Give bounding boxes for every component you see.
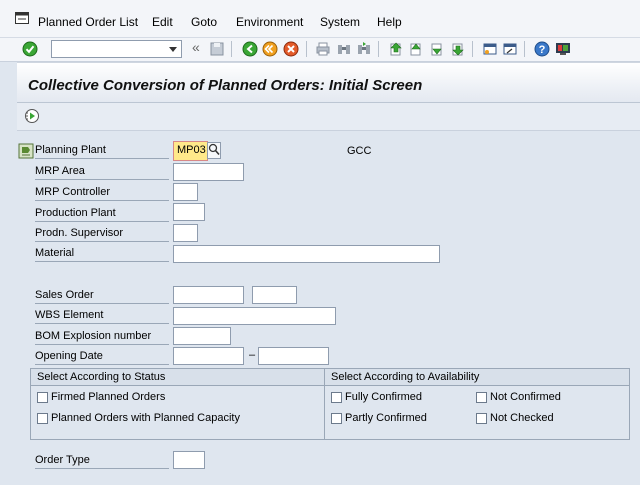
- enter-icon[interactable]: [22, 41, 38, 57]
- wbs-element-input[interactable]: [173, 307, 336, 325]
- save-icon[interactable]: [209, 41, 225, 57]
- help-icon[interactable]: ?: [534, 41, 550, 57]
- status-groupbox: Select According to Status: [30, 368, 325, 440]
- menu-planned-order-list[interactable]: Planned Order List: [38, 15, 138, 29]
- toolbar-separator: [231, 41, 232, 57]
- exit-icon[interactable]: [262, 41, 278, 57]
- menu-help[interactable]: Help: [377, 15, 402, 29]
- search-help-button[interactable]: [207, 142, 221, 159]
- partly-confirmed-label: Partly Confirmed: [345, 412, 427, 424]
- not-confirmed-checkbox[interactable]: [476, 392, 487, 403]
- cancel-icon[interactable]: [283, 41, 299, 57]
- back-icon[interactable]: [242, 41, 258, 57]
- toolbar-separator: [524, 41, 525, 57]
- shortcut-icon[interactable]: [502, 41, 518, 57]
- opening-date-to-input[interactable]: [258, 347, 329, 365]
- fully-confirmed-label: Fully Confirmed: [345, 391, 423, 403]
- order-type-input[interactable]: [173, 451, 205, 469]
- availability-group-title: Select According to Availability: [325, 369, 629, 386]
- print-icon[interactable]: [315, 41, 331, 57]
- planning-plant-label: Planning Plant: [35, 142, 169, 159]
- not-confirmed-label: Not Confirmed: [490, 391, 561, 403]
- find-icon[interactable]: [336, 41, 352, 57]
- menu-environment[interactable]: Environment: [236, 15, 303, 29]
- search-icon: [208, 143, 220, 156]
- range-separator: –: [249, 349, 256, 361]
- planned-capacity-checkbox[interactable]: [37, 413, 48, 424]
- layout-icon[interactable]: [555, 41, 571, 57]
- next-page-icon[interactable]: [429, 41, 445, 57]
- production-plant-label: Production Plant: [35, 205, 169, 222]
- partly-confirmed-checkbox[interactable]: [331, 413, 342, 424]
- prodn-supervisor-label: Prodn. Supervisor: [35, 225, 169, 242]
- planning-plant-value: MP03: [177, 144, 206, 156]
- application-toolbar: [17, 103, 640, 131]
- last-page-icon[interactable]: [450, 41, 466, 57]
- variant-icon[interactable]: [18, 143, 34, 159]
- planning-plant-input[interactable]: MP03: [173, 141, 208, 161]
- toolbar-separator: [378, 41, 379, 57]
- opening-date-from-input[interactable]: [173, 347, 244, 365]
- opening-date-label: Opening Date: [35, 348, 169, 365]
- firmed-planned-orders-checkbox[interactable]: [37, 392, 48, 403]
- toolbar-separator: [306, 41, 307, 57]
- status-group-title: Select According to Status: [31, 369, 324, 386]
- bom-explosion-input[interactable]: [173, 327, 231, 345]
- not-checked-checkbox[interactable]: [476, 413, 487, 424]
- fully-confirmed-checkbox[interactable]: [331, 392, 342, 403]
- planning-plant-description: GCC: [347, 145, 372, 157]
- production-plant-input[interactable]: [173, 203, 205, 221]
- execute-icon[interactable]: [24, 108, 40, 124]
- firmed-planned-orders-label: Firmed Planned Orders: [51, 391, 166, 403]
- material-input[interactable]: [173, 245, 440, 263]
- menu-goto[interactable]: Goto: [191, 15, 217, 29]
- chevron-down-icon[interactable]: [169, 47, 177, 52]
- planned-capacity-label: Planned Orders with Planned Capacity: [51, 412, 240, 424]
- first-page-icon[interactable]: [388, 41, 404, 57]
- wbs-element-label: WBS Element: [35, 307, 169, 324]
- collapse-icon[interactable]: «: [192, 39, 200, 55]
- availability-groupbox: Select According to Availability: [324, 368, 630, 440]
- sap-menu-icon[interactable]: [15, 12, 29, 24]
- prodn-supervisor-input[interactable]: [173, 224, 198, 242]
- sales-order-label: Sales Order: [35, 287, 169, 304]
- material-label: Material: [35, 245, 169, 262]
- mrp-controller-label: MRP Controller: [35, 184, 169, 201]
- sales-order-item-input[interactable]: [252, 286, 297, 304]
- find-next-icon[interactable]: [356, 41, 372, 57]
- prev-page-icon[interactable]: [408, 41, 424, 57]
- menu-system[interactable]: System: [320, 15, 360, 29]
- mrp-area-input[interactable]: [173, 163, 244, 181]
- create-session-icon[interactable]: [482, 41, 498, 57]
- not-checked-label: Not Checked: [490, 412, 554, 424]
- mrp-area-label: MRP Area: [35, 163, 169, 180]
- bom-explosion-label: BOM Explosion number: [35, 328, 169, 345]
- svg-text:?: ?: [539, 44, 546, 56]
- toolbar-separator: [472, 41, 473, 57]
- page-title: Collective Conversion of Planned Orders:…: [28, 77, 423, 94]
- sales-order-input[interactable]: [173, 286, 244, 304]
- mrp-controller-input[interactable]: [173, 183, 198, 201]
- command-field[interactable]: [51, 40, 182, 58]
- menu-edit[interactable]: Edit: [152, 15, 173, 29]
- order-type-label: Order Type: [35, 452, 169, 469]
